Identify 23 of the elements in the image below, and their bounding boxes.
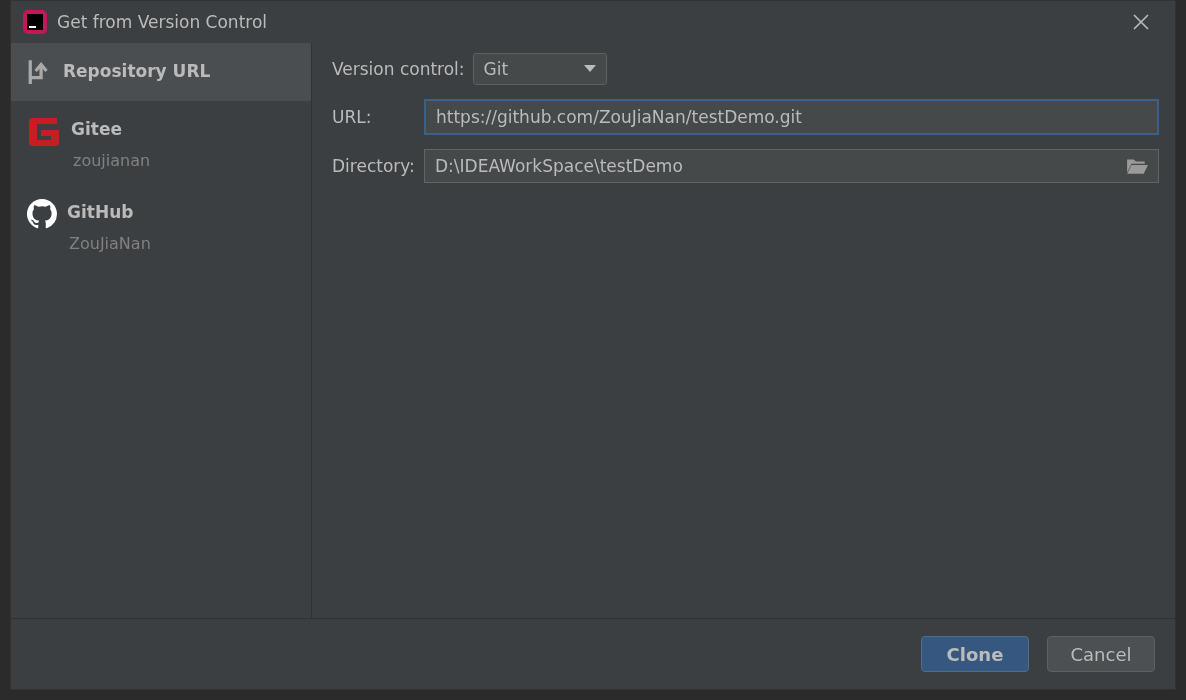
sidebar-item[interactable]: Gitee zoujianan (11, 101, 311, 184)
field-label: Version control: (332, 59, 465, 79)
caret-icon (583, 65, 596, 73)
account-name: ZouJiaNan (69, 234, 151, 253)
github-logo-icon (27, 199, 57, 229)
folder-icon[interactable] (1126, 157, 1148, 175)
sidebar-item-label: Gitee (71, 118, 123, 141)
sidebar-item-label: Repository URL (63, 60, 211, 83)
account-name: zoujianan (73, 151, 151, 170)
app-logo-icon (23, 10, 47, 34)
window-title: Get from Version Control (57, 12, 268, 32)
clone-button[interactable]: Clone (921, 636, 1029, 672)
gitee-logo-icon (27, 116, 61, 148)
sidebar-item-label: GitHub (67, 201, 135, 224)
version-control-dropdown[interactable]: Git (472, 53, 607, 85)
field-label: Directory: (332, 156, 416, 176)
sidebar-item[interactable]: GitHub ZouJiaNan (11, 184, 311, 267)
directory-input-field[interactable]: D:\IDEAWorkSpace\testDemo (424, 149, 1159, 183)
cancel-button[interactable]: Cancel (1047, 636, 1155, 672)
field-label: URL: (332, 107, 373, 127)
close-icon[interactable] (1133, 14, 1149, 30)
url-input-field[interactable]: https://github.com/ZouJiaNan/testDemo.git (424, 99, 1159, 135)
sidebar-item[interactable]: Repository URL (11, 43, 311, 101)
